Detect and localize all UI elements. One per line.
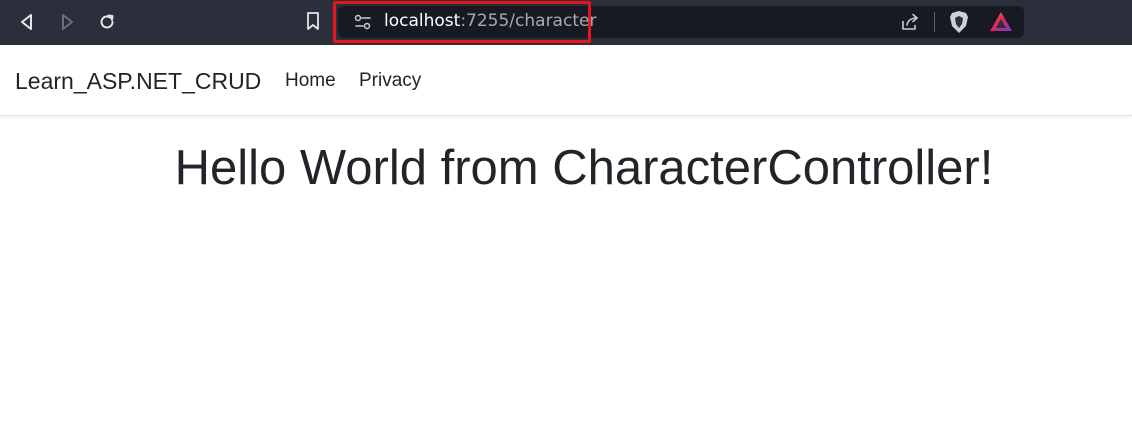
url-host: localhost: [384, 11, 461, 31]
brave-shields-icon[interactable]: [948, 10, 970, 39]
forward-icon[interactable]: [56, 11, 78, 33]
browser-toolbar: localhost:7255/character: [0, 0, 1132, 45]
toolbar-divider: [934, 12, 935, 32]
navbar-brand[interactable]: Learn_ASP.NET_CRUD: [15, 67, 261, 95]
url-path: :7255/character: [460, 11, 597, 31]
reload-icon[interactable]: [96, 11, 118, 33]
bookmark-icon[interactable]: [305, 11, 321, 36]
url-text[interactable]: localhost:7255/character: [384, 10, 596, 32]
brave-rewards-icon[interactable]: [989, 11, 1013, 38]
share-icon[interactable]: [900, 12, 920, 37]
back-icon[interactable]: [16, 11, 38, 33]
site-navbar: Learn_ASP.NET_CRUD Home Privacy: [0, 45, 1132, 116]
page-heading: Hello World from CharacterController!: [174, 141, 994, 195]
nav-link-privacy[interactable]: Privacy: [359, 69, 421, 93]
site-info-icon[interactable]: [354, 13, 372, 36]
nav-link-home[interactable]: Home: [285, 69, 336, 93]
